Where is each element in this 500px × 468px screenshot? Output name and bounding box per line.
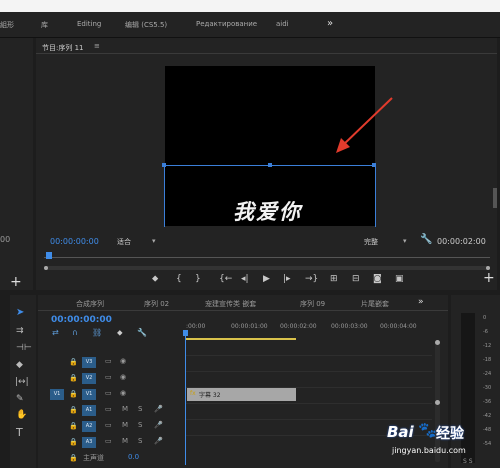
- snap-icon[interactable]: ∩: [72, 328, 78, 337]
- meter-scale-label: 0: [483, 315, 487, 321]
- clip-label: 字幕 32: [199, 392, 221, 399]
- meter-scale-label: -24: [483, 371, 492, 377]
- tab-sequence[interactable]: 序列 09: [300, 299, 325, 309]
- lock-icon[interactable]: 🔒: [69, 454, 78, 462]
- selection-tool-icon[interactable]: ➤: [16, 307, 24, 318]
- sync-lock-icon[interactable]: ▭: [105, 357, 112, 365]
- meter-scale-label: -36: [483, 399, 492, 405]
- timeline-timecode[interactable]: 00:00:00:00: [51, 315, 112, 325]
- mute-button[interactable]: M: [122, 405, 128, 413]
- track-a2-header: 🔒 A2 ▭ M S 🎤: [38, 419, 183, 434]
- paw-icon: 🐾: [418, 421, 437, 439]
- meter-scale-label: -18: [483, 357, 492, 363]
- ruler-label: :00:00: [186, 323, 206, 330]
- track-target-toggle[interactable]: V3: [82, 357, 96, 368]
- tab-sequence[interactable]: 合成序列: [76, 299, 104, 309]
- ripple-edit-icon[interactable]: ⊣⊢: [16, 343, 32, 353]
- solo-button[interactable]: S: [138, 421, 142, 429]
- solo-button[interactable]: S: [138, 405, 142, 413]
- meter-scale-label: -30: [483, 385, 492, 391]
- panel-divider: [38, 310, 448, 311]
- ruler-label: 00:00:01:00: [231, 323, 268, 330]
- sync-lock-icon[interactable]: ▭: [105, 373, 112, 381]
- watermark-brand-2: 经验: [436, 426, 464, 442]
- tab-sequence[interactable]: 片尾嵌套: [361, 299, 389, 309]
- ruler-label: 00:00:02:00: [280, 323, 317, 330]
- microphone-icon[interactable]: 🎤: [154, 405, 163, 413]
- track-a1-header: 🔒 A1 ▭ M S 🎤: [38, 403, 183, 418]
- sync-lock-icon[interactable]: ▭: [105, 421, 112, 429]
- track-target-toggle[interactable]: V1: [82, 389, 96, 400]
- lock-icon[interactable]: 🔒: [69, 438, 78, 446]
- nest-icon[interactable]: ⇄: [52, 328, 59, 337]
- track-target-toggle[interactable]: A1: [82, 405, 96, 416]
- lock-icon[interactable]: 🔒: [69, 406, 78, 414]
- sync-lock-icon[interactable]: ▭: [105, 437, 112, 445]
- tab-sequence[interactable]: 宠建宣传类 嵌套: [205, 299, 256, 309]
- solo-button[interactable]: S: [138, 437, 142, 445]
- watermark-brand: Bai: [387, 423, 414, 441]
- eye-icon[interactable]: ◉: [120, 373, 126, 381]
- track-target-toggle[interactable]: A2: [82, 421, 96, 432]
- slip-icon[interactable]: |↔|: [15, 377, 29, 387]
- eye-icon[interactable]: ◉: [120, 357, 126, 365]
- pen-icon[interactable]: ✎: [16, 394, 24, 404]
- playhead-handle[interactable]: [183, 330, 188, 336]
- track-v3-header: 🔒 V3 ▭ ◉: [38, 355, 183, 370]
- sync-lock-icon[interactable]: ▭: [105, 389, 112, 397]
- lock-icon[interactable]: 🔒: [69, 358, 78, 366]
- wrench-icon[interactable]: 🔧: [137, 328, 147, 337]
- master-volume-value[interactable]: 0.0: [128, 453, 139, 461]
- mute-button[interactable]: M: [122, 421, 128, 429]
- sync-lock-icon[interactable]: ▭: [105, 405, 112, 413]
- more-tabs-button[interactable]: »: [418, 297, 424, 307]
- track-target-toggle[interactable]: A3: [82, 437, 96, 448]
- microphone-icon[interactable]: 🎤: [154, 437, 163, 445]
- eye-icon[interactable]: ◉: [120, 389, 126, 397]
- linked-selection-icon[interactable]: ⛓: [92, 328, 102, 337]
- source-patch-toggle[interactable]: V1: [50, 389, 64, 400]
- tab-sequence[interactable]: 序列 02: [144, 299, 169, 309]
- timeline-tools: ⇄ ∩ ⛓ ⬥ 🔧: [50, 328, 150, 340]
- add-marker-icon[interactable]: ⬥: [117, 328, 123, 338]
- baidu-watermark: Bai 🐾 经验 jingyan.baidu.com: [384, 419, 500, 468]
- meter-scale-label: -12: [483, 343, 492, 349]
- ruler-label: 00:00:04:00: [380, 323, 417, 330]
- track-v2-header: 🔒 V2 ▭ ◉: [38, 371, 183, 386]
- master-track-label: 主声道: [83, 454, 104, 462]
- mute-button[interactable]: M: [122, 437, 128, 445]
- annotation-arrow: [341, 97, 393, 147]
- microphone-icon[interactable]: 🎤: [154, 421, 163, 429]
- master-track-header: 🔒 主声道 0.0: [38, 451, 183, 466]
- track-select-icon[interactable]: ⇉: [16, 326, 24, 336]
- tools-panel: ➤ ⇉ ⊣⊢ ◆ |↔| ✎ ✋ T: [10, 295, 36, 468]
- title-clip[interactable]: fx 字幕 32: [187, 388, 296, 401]
- fx-badge-icon: fx: [190, 390, 196, 397]
- lock-icon[interactable]: 🔒: [69, 422, 78, 430]
- meter-scale-label: -6: [483, 329, 488, 335]
- work-area-bar[interactable]: [186, 338, 296, 340]
- watermark-url: jingyan.baidu.com: [392, 446, 466, 455]
- track-headers: 🔒 V3 ▭ ◉ 🔒 V2 ▭ ◉ V1 🔒 V1 ▭ ◉ 🔒 A1 ▭ M S…: [38, 345, 186, 463]
- hand-icon[interactable]: ✋: [16, 410, 27, 420]
- lock-icon[interactable]: 🔒: [69, 374, 78, 382]
- lock-icon[interactable]: 🔒: [69, 390, 78, 398]
- type-tool-icon[interactable]: T: [16, 426, 23, 439]
- ruler-label: 00:00:03:00: [331, 323, 368, 330]
- track-target-toggle[interactable]: V2: [82, 373, 96, 384]
- track-v1-header: V1 🔒 V1 ▭ ◉: [38, 387, 183, 402]
- time-ruler[interactable]: :00:00 00:00:01:00 00:00:02:00 00:00:03:…: [186, 320, 434, 340]
- razor-icon[interactable]: ◆: [16, 360, 23, 370]
- track-a3-header: 🔒 A3 ▭ M S 🎤: [38, 435, 183, 450]
